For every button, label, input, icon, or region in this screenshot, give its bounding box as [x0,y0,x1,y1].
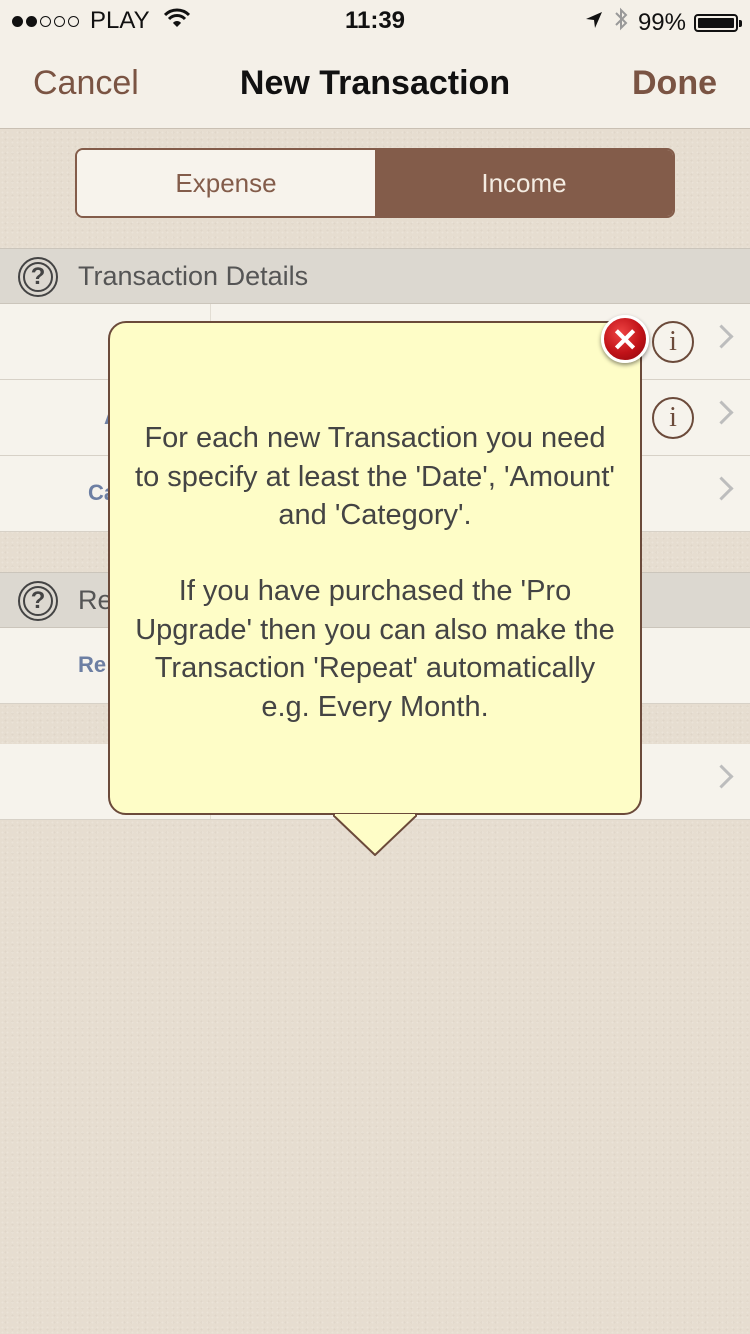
battery-percentage: 99% [637,8,686,36]
section-title: Transaction Details [78,261,309,291]
popup-paragraph-1: For each new Transaction you need to spe… [135,422,615,531]
transaction-details-header: ? Transaction Details [0,248,750,304]
chevron-right-icon [709,400,734,425]
type-segmented-control: Expense Income [75,148,675,218]
battery-level [698,17,734,28]
segment-expense[interactable]: Expense [77,150,375,216]
cancel-button[interactable]: Cancel [33,64,139,103]
help-icon[interactable]: ? [18,581,58,621]
segment-income[interactable]: Income [375,150,673,216]
chevron-right-icon [709,476,734,501]
location-arrow-icon [584,9,604,37]
help-icon[interactable]: ? [18,257,58,297]
info-icon[interactable]: i [652,321,694,363]
close-popup-button[interactable]: ✕ [601,315,649,363]
done-button[interactable]: Done [632,64,717,103]
close-icon: ✕ [611,322,639,358]
chevron-right-icon [709,324,734,349]
status-right: 99% [584,7,742,38]
battery-icon [694,13,742,32]
help-popup: For each new Transaction you need to spe… [108,321,642,815]
popup-paragraph-2: If you have purchased the 'Pro Upgrade' … [135,575,615,723]
navigation-bar: Cancel New Transaction Done [0,40,750,129]
bluetooth-icon [614,7,628,38]
repeat-label: Re [78,652,107,677]
status-bar: PLAY 11:39 99% [0,0,750,40]
info-icon[interactable]: i [652,397,694,439]
popup-pointer [333,814,417,856]
chevron-right-icon [709,764,734,789]
